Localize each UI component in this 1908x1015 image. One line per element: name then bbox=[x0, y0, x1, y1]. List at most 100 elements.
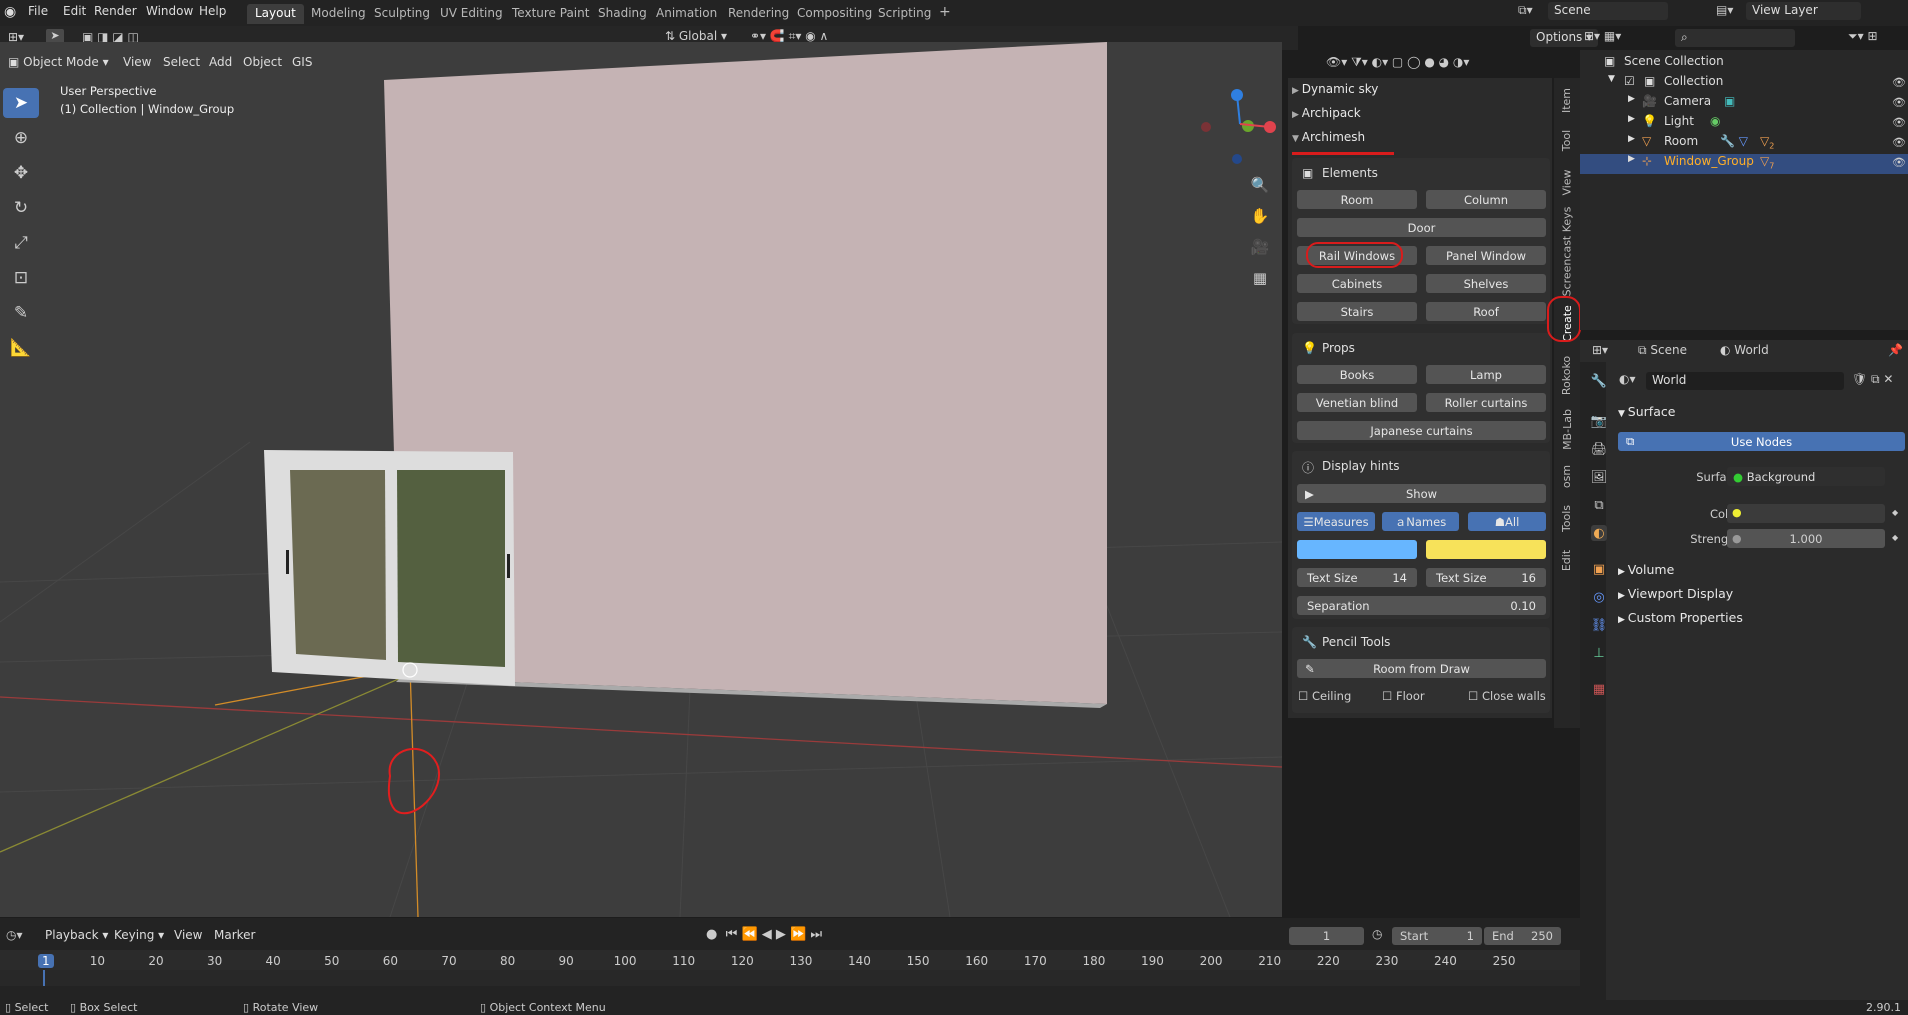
roller-curtains-button[interactable]: Roller curtains bbox=[1426, 393, 1546, 412]
tab-view[interactable]: View bbox=[1556, 162, 1578, 202]
transform-orientation-dropdown[interactable]: ⇅ Global ▾ bbox=[665, 29, 727, 43]
object-tab-icon[interactable]: ▣ bbox=[1591, 561, 1607, 577]
tab-layout[interactable]: Layout bbox=[247, 4, 304, 24]
outliner-collection[interactable]: ▼ ☑ ▣ Collection bbox=[1580, 74, 1908, 94]
panel-dynamic-sky[interactable]: ▶ Dynamic sky bbox=[1292, 82, 1378, 96]
panel-archimesh[interactable]: ▼ Archimesh bbox=[1292, 130, 1365, 144]
volume-panel-header[interactable]: ▶ Volume bbox=[1618, 562, 1674, 577]
panel-window-button[interactable]: Panel Window bbox=[1426, 246, 1546, 265]
show-button[interactable]: ▶ Show bbox=[1297, 484, 1546, 503]
lamp-button[interactable]: Lamp bbox=[1426, 365, 1546, 384]
menu-gis[interactable]: GIS bbox=[292, 55, 312, 69]
room-from-draw-button[interactable]: ✎ Room from Draw bbox=[1297, 659, 1546, 678]
keying-dropdown[interactable]: Keying ▾ bbox=[114, 928, 164, 942]
text-size-field-1[interactable]: Text Size 14 bbox=[1297, 568, 1417, 587]
transform-icon[interactable]: ⊡ bbox=[3, 263, 39, 293]
close-walls-checkbox[interactable]: ☐ Close walls bbox=[1468, 689, 1546, 703]
tab-modeling[interactable]: Modeling bbox=[303, 4, 374, 24]
world-tab-icon[interactable]: ◐ bbox=[1591, 525, 1607, 541]
stairs-button[interactable]: Stairs bbox=[1297, 302, 1417, 321]
output-tab-icon[interactable]: 🖨 bbox=[1591, 441, 1608, 457]
roof-button[interactable]: Roof bbox=[1426, 302, 1546, 321]
timeline-menu-marker[interactable]: Marker bbox=[214, 928, 255, 942]
menu-edit[interactable]: Edit bbox=[63, 4, 86, 18]
navigation-gizmo-icons[interactable]: 🔍 ✋ 🎥 ▦ bbox=[1247, 170, 1273, 294]
color-field[interactable]: ● bbox=[1727, 504, 1885, 523]
outliner-scene-collection[interactable]: ▣ Scene Collection bbox=[1580, 54, 1908, 74]
outliner-room[interactable]: ▶ ▽ Room 🔧 ▽ ▽2 bbox=[1580, 134, 1908, 154]
eye-icon[interactable]: 👁 bbox=[1892, 156, 1906, 169]
tab-screencast-keys[interactable]: Screencast Keys bbox=[1556, 206, 1578, 296]
use-nodes-button[interactable]: ⧉ Use Nodes bbox=[1618, 432, 1905, 451]
collection-checkbox[interactable]: ☑ bbox=[1624, 74, 1635, 88]
tab-uv-editing[interactable]: UV Editing bbox=[432, 4, 511, 24]
world-datablock-icon[interactable]: ◐▾ bbox=[1619, 372, 1636, 386]
menu-add[interactable]: Add bbox=[209, 55, 232, 69]
select-box-icon[interactable]: ➤ bbox=[3, 88, 39, 118]
playback-controls[interactable]: ● ⏮ ⏪ ◀ ▶ ⏩ ⏭ bbox=[706, 927, 822, 942]
annotate-icon[interactable]: ✎ bbox=[3, 298, 39, 328]
hint-color-left[interactable] bbox=[1297, 540, 1417, 559]
current-frame-field[interactable]: 1 bbox=[1289, 927, 1364, 945]
tab-tools[interactable]: Tools bbox=[1556, 498, 1578, 538]
tool-tab-icon[interactable]: 🔧 bbox=[1591, 373, 1607, 389]
filter-icon[interactable]: ⏷▾ ⊞ bbox=[1848, 29, 1878, 44]
start-frame-field[interactable]: Start 1 bbox=[1392, 927, 1482, 945]
playback-dropdown[interactable]: Playback ▾ bbox=[45, 928, 108, 942]
menu-render[interactable]: Render bbox=[94, 4, 137, 18]
scene-field[interactable]: Scene bbox=[1548, 2, 1668, 20]
tab-compositing[interactable]: Compositing bbox=[789, 4, 880, 24]
outliner-camera[interactable]: ▶ 🎥 Camera ▣ bbox=[1580, 94, 1908, 114]
eye-icon[interactable]: 👁 bbox=[1892, 116, 1906, 129]
surface-shader-field[interactable]: ● Background bbox=[1727, 467, 1885, 486]
timeline-menu-view[interactable]: View bbox=[174, 928, 202, 942]
venetian-blind-button[interactable]: Venetian blind bbox=[1297, 393, 1417, 412]
eye-icon[interactable]: 👁 bbox=[1892, 136, 1906, 149]
room-button[interactable]: Room bbox=[1297, 190, 1417, 209]
menu-view[interactable]: View bbox=[123, 55, 151, 69]
panel-archipack[interactable]: ▶ Archipack bbox=[1292, 106, 1361, 120]
strength-field[interactable]: ● 1.000 bbox=[1727, 529, 1885, 548]
tab-shading[interactable]: Shading bbox=[590, 4, 655, 24]
view-layer-tab-icon[interactable]: 🖼 bbox=[1591, 469, 1608, 485]
outliner-light[interactable]: ▶ 💡 Light ◉ bbox=[1580, 114, 1908, 134]
measures-toggle[interactable]: ☰ Measures bbox=[1297, 512, 1375, 531]
outliner-editor-icon[interactable]: ⊞▾ ▦▾ bbox=[1584, 29, 1621, 43]
outliner-window-group[interactable]: ▶ ⊹ Window_Group ▽7 bbox=[1580, 154, 1908, 174]
eye-icon[interactable]: 👁 bbox=[1892, 96, 1906, 109]
3d-viewport[interactable] bbox=[0, 42, 1282, 917]
surface-panel-header[interactable]: ▼ Surface bbox=[1618, 404, 1675, 419]
menu-object[interactable]: Object bbox=[243, 55, 282, 69]
constraints-tab-icon[interactable]: ⛓ bbox=[1591, 617, 1608, 633]
hint-color-right[interactable] bbox=[1426, 540, 1546, 559]
render-tab-icon[interactable]: 📷 bbox=[1591, 413, 1607, 429]
physics-tab-icon[interactable]: ◎ bbox=[1591, 589, 1607, 605]
scale-icon[interactable]: ⤢ bbox=[3, 228, 39, 258]
menu-window[interactable]: Window bbox=[146, 4, 193, 18]
blender-logo-icon[interactable]: ◉ bbox=[4, 4, 16, 20]
world-name-field[interactable]: World bbox=[1646, 372, 1844, 390]
tab-item[interactable]: Item bbox=[1556, 82, 1578, 118]
menu-help[interactable]: Help bbox=[199, 4, 226, 18]
move-icon[interactable]: ✥ bbox=[3, 158, 39, 188]
tab-animation[interactable]: Animation bbox=[648, 4, 725, 24]
door-button[interactable]: Door bbox=[1297, 218, 1546, 237]
books-button[interactable]: Books bbox=[1297, 365, 1417, 384]
world-breadcrumb[interactable]: ◐ World bbox=[1720, 343, 1769, 357]
tab-rendering[interactable]: Rendering bbox=[720, 4, 797, 24]
scene-breadcrumb[interactable]: ⧉ Scene bbox=[1638, 343, 1687, 358]
properties-editor-icon[interactable]: ⊞▾ bbox=[1592, 343, 1608, 357]
scene-icon[interactable]: ⧉▾ bbox=[1518, 3, 1533, 18]
tab-sculpting[interactable]: Sculpting bbox=[366, 4, 438, 24]
separation-field[interactable]: Separation 0.10 bbox=[1297, 596, 1546, 615]
tab-rokoko[interactable]: Rokoko bbox=[1556, 350, 1578, 400]
measure-icon[interactable]: 📐 bbox=[3, 333, 39, 363]
cabinets-button[interactable]: Cabinets bbox=[1297, 274, 1417, 293]
end-frame-field[interactable]: End 250 bbox=[1484, 927, 1561, 945]
view-layer-icon[interactable]: ▤▾ bbox=[1716, 3, 1733, 17]
column-button[interactable]: Column bbox=[1426, 190, 1546, 209]
text-size-field-2[interactable]: Text Size 16 bbox=[1426, 568, 1546, 587]
shelves-button[interactable]: Shelves bbox=[1426, 274, 1546, 293]
all-toggle[interactable]: ☗ All bbox=[1468, 512, 1546, 531]
tab-texture-paint[interactable]: Texture Paint bbox=[504, 4, 597, 24]
